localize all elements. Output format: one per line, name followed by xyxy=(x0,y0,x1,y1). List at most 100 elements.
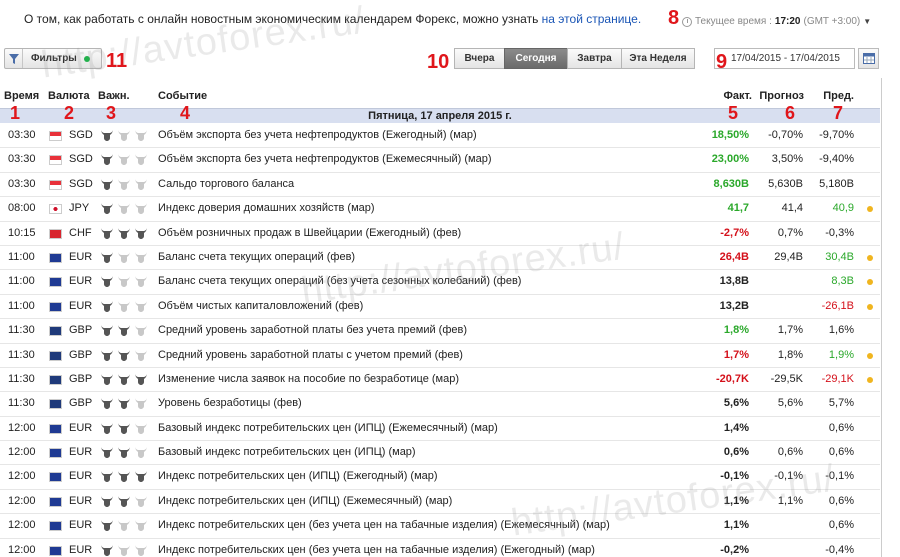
event-name[interactable]: Баланс счета текущих операций (фев) xyxy=(158,251,355,263)
table-row[interactable]: 11:00 EUR Баланс счета текущих операций (ф… xyxy=(0,246,880,271)
importance-rating xyxy=(100,543,148,557)
bull-icon xyxy=(100,177,114,194)
event-actual: 5,6% xyxy=(723,397,749,410)
bull-icon xyxy=(117,274,131,291)
bull-icon xyxy=(134,543,148,557)
col-event[interactable]: Событие xyxy=(158,90,207,102)
event-time: 12:00 xyxy=(8,543,36,556)
bull-icon xyxy=(134,250,148,267)
flag-icon xyxy=(49,545,62,556)
flag-icon xyxy=(49,131,62,141)
event-time: 12:00 xyxy=(8,519,36,532)
event-forecast: 1,7% xyxy=(777,324,803,337)
tab-today[interactable]: Сегодня xyxy=(504,48,568,69)
bull-icon xyxy=(134,421,148,438)
table-row[interactable]: 11:30 GBP Уровень безработицы (фев) 5,6% 5,6… xyxy=(0,392,880,417)
tab-tomorrow[interactable]: Завтра xyxy=(567,48,622,69)
event-forecast: 5,630B xyxy=(768,177,803,190)
event-forecast: 41,4 xyxy=(781,202,803,215)
event-name[interactable]: Индекс потребительских цен (ИПЦ) (Ежемес… xyxy=(158,495,452,507)
table-row[interactable]: 12:00 EUR Индекс потребительских цен (ИПЦ)… xyxy=(0,465,880,490)
tab-this-week[interactable]: Эта Неделя xyxy=(621,48,695,69)
bull-icon xyxy=(100,128,114,145)
event-time: 11:30 xyxy=(8,324,35,337)
filters-button[interactable]: Фильтры xyxy=(4,48,102,69)
col-forecast[interactable]: Прогноз xyxy=(759,90,804,102)
event-actual: 18,50% xyxy=(711,129,749,141)
importance-rating xyxy=(100,177,148,194)
event-currency: GBP xyxy=(69,397,93,410)
bull-icon xyxy=(100,299,114,316)
table-row[interactable]: 12:00 EUR Индекс потребительских цен (без … xyxy=(0,539,880,557)
importance-rating xyxy=(100,518,148,535)
calendar-button[interactable] xyxy=(858,48,879,69)
event-name[interactable]: Объём экспорта без учета нефтепродуктов … xyxy=(158,153,492,165)
event-name[interactable]: Баланс счета текущих операций (без учета… xyxy=(158,275,521,287)
bull-icon xyxy=(100,396,114,413)
help-link[interactable]: на этой странице. xyxy=(542,12,642,26)
table-row[interactable]: 12:00 EUR Индекс потребительских цен (без … xyxy=(0,514,880,539)
event-name[interactable]: Объём розничных продаж в Швейцарии (Ежег… xyxy=(158,227,461,239)
col-currency[interactable]: Валюта xyxy=(48,90,90,102)
table-row[interactable]: 08:00 JPY Индекс доверия домашних хозяйств… xyxy=(0,197,880,222)
annotation-marker-3: 3 xyxy=(106,103,117,123)
bull-icon xyxy=(100,518,114,535)
tab-yesterday[interactable]: Вчера xyxy=(454,48,505,69)
revision-indicator xyxy=(867,206,873,213)
event-name[interactable]: Индекс доверия домашних хозяйств (мар) xyxy=(158,202,375,214)
event-name[interactable]: Базовый индекс потребительских цен (ИПЦ)… xyxy=(158,446,416,458)
event-currency: CHF xyxy=(69,226,92,239)
flag-icon xyxy=(49,423,62,434)
table-row[interactable]: 03:30 SGD Объём экспорта без учета нефтепр… xyxy=(0,124,880,149)
table-row[interactable]: 12:00 EUR Базовый индекс потребительских ц… xyxy=(0,417,880,442)
bull-icon xyxy=(134,469,148,486)
event-name[interactable]: Средний уровень заработной платы с учето… xyxy=(158,349,463,361)
event-time: 11:30 xyxy=(8,348,35,361)
bull-icon xyxy=(117,396,131,413)
event-name[interactable]: Объём экспорта без учета нефтепродуктов … xyxy=(158,129,477,141)
table-row[interactable]: 12:00 EUR Базовый индекс потребительских ц… xyxy=(0,441,880,466)
table-row[interactable]: 11:30 GBP Средний уровень заработной платы… xyxy=(0,319,880,344)
event-name[interactable]: Средний уровень заработной платы без уче… xyxy=(158,324,467,336)
table-row[interactable]: 10:15 CHF Объём розничных продаж в Швейцар… xyxy=(0,222,880,246)
event-time: 12:00 xyxy=(8,446,36,459)
col-importance[interactable]: Важн. xyxy=(98,90,130,102)
flag-icon xyxy=(49,301,62,312)
flag-icon xyxy=(49,521,62,532)
table-row[interactable]: 11:30 GBP Изменение числа заявок на пособи… xyxy=(0,368,880,393)
annotation-marker-11: 11 xyxy=(106,50,128,72)
event-currency: EUR xyxy=(69,275,93,288)
event-currency: EUR xyxy=(69,250,93,263)
event-name[interactable]: Изменение числа заявок на пособие по без… xyxy=(158,373,459,385)
event-time: 11:30 xyxy=(8,372,35,385)
event-name[interactable]: Индекс потребительских цен (ИПЦ) (Ежегод… xyxy=(158,470,438,482)
table-row[interactable]: 11:00 EUR Баланс счета текущих операций (б… xyxy=(0,270,880,295)
table-row[interactable]: 11:30 GBP Средний уровень заработной платы… xyxy=(0,344,880,368)
current-time-selector[interactable]: Текущее время : 17:20 (GMT +3:00) ▼ xyxy=(682,16,871,27)
annotation-marker-5: 5 xyxy=(728,103,739,123)
event-previous: 40,9 xyxy=(832,202,854,215)
col-actual[interactable]: Факт. xyxy=(724,90,753,102)
col-previous[interactable]: Пред. xyxy=(823,90,854,102)
date-range-field[interactable]: 17/04/2015 - 17/04/2015 xyxy=(714,48,855,69)
event-name[interactable]: Базовый индекс потребительских цен (ИПЦ)… xyxy=(158,422,498,434)
clock-icon xyxy=(682,16,692,27)
bull-icon xyxy=(117,543,131,557)
event-name[interactable]: Объём чистых капиталовложений (фев) xyxy=(158,300,363,312)
event-previous: -29,1K xyxy=(821,372,854,385)
col-time[interactable]: Время xyxy=(4,90,39,102)
table-row[interactable]: 03:30 SGD Объём экспорта без учета нефтепр… xyxy=(0,148,880,173)
table-row[interactable]: 11:00 EUR Объём чистых капиталовложений (ф… xyxy=(0,295,880,320)
event-name[interactable]: Уровень безработицы (фев) xyxy=(158,397,302,409)
event-forecast: -0,1% xyxy=(774,470,803,483)
flag-icon xyxy=(49,155,62,166)
event-currency: JPY xyxy=(69,202,90,215)
event-time: 12:00 xyxy=(8,421,36,434)
event-previous: -9,70% xyxy=(819,129,854,141)
event-name[interactable]: Индекс потребительских цен (без учета це… xyxy=(158,519,610,531)
event-name[interactable]: Индекс потребительских цен (без учета це… xyxy=(158,544,595,556)
event-name[interactable]: Сальдо торгового баланса xyxy=(158,178,294,190)
table-row[interactable]: 03:30 SGD Сальдо торгового баланса 8,630B 5,… xyxy=(0,173,880,198)
table-row[interactable]: 12:00 EUR Индекс потребительских цен (ИПЦ)… xyxy=(0,490,880,515)
event-time: 11:30 xyxy=(8,397,35,410)
